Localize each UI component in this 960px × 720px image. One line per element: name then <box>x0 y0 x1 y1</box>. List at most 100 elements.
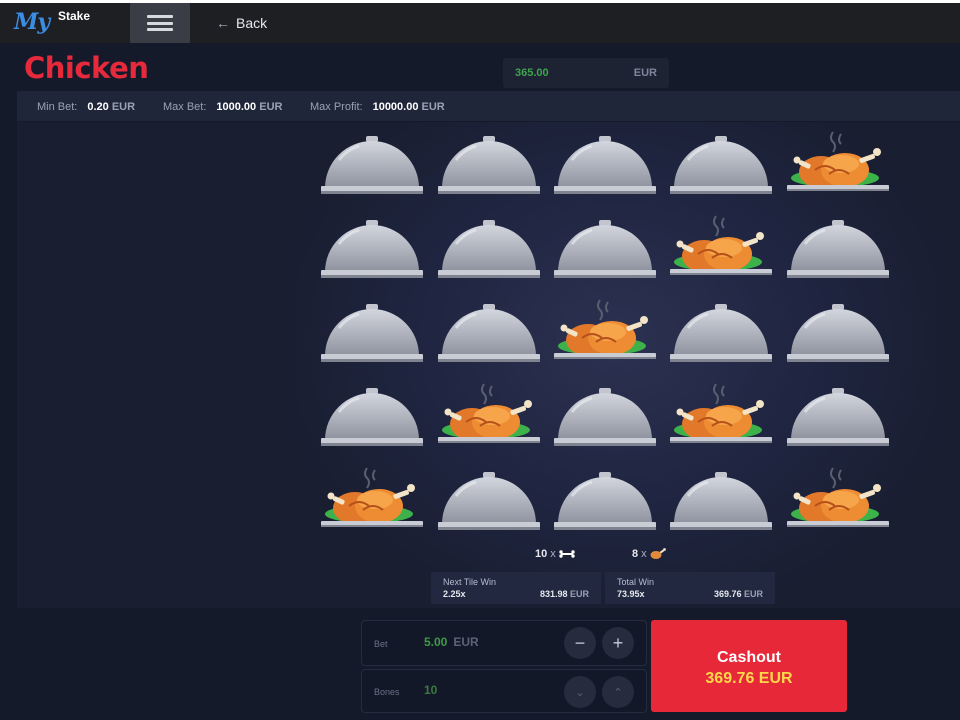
tile-r4-c1[interactable] <box>319 382 425 454</box>
tile-r5-c2[interactable] <box>436 466 542 538</box>
max-bet-label: Max Bet: <box>163 101 207 113</box>
cloche-icon <box>554 472 656 530</box>
mystake-logo[interactable]: My Stake <box>14 9 94 37</box>
roast-chicken-icon <box>670 383 772 443</box>
tile-r2-c1[interactable] <box>319 214 425 286</box>
cloche-icon <box>321 304 423 362</box>
chickens-count: 8x <box>632 548 666 560</box>
cashout-currency: EUR <box>758 670 793 687</box>
cloche-icon <box>438 220 540 278</box>
tile-r5-c1[interactable] <box>319 466 425 538</box>
bones-count-separator: x <box>550 548 556 560</box>
back-label: Back <box>236 15 268 31</box>
tile-r1-c1[interactable] <box>319 130 425 202</box>
tile-r3-c2[interactable] <box>436 298 542 370</box>
next-tile-win-box: Next Tile Win 2.25x 831.98 EUR <box>431 572 601 604</box>
max-profit-label: Max Profit: <box>310 101 363 113</box>
tile-r4-c5[interactable] <box>785 382 891 454</box>
chevron-down-icon: ⌄ <box>575 686 585 699</box>
cloche-icon <box>321 388 423 446</box>
total-win-amount: 369.76 <box>713 589 742 599</box>
total-win-currency: EUR <box>743 589 763 599</box>
roast-chicken-icon <box>787 467 889 527</box>
cloche-icon <box>438 304 540 362</box>
bones-select[interactable]: 10 <box>424 683 437 697</box>
cloche-icon <box>438 136 540 194</box>
tile-r2-c4[interactable] <box>668 214 774 286</box>
bet-amount-input[interactable]: 5.00 EUR <box>424 635 479 649</box>
max-bet-info: Max Bet: 1000.00 EUR <box>163 101 282 113</box>
tile-r5-c4[interactable] <box>668 466 774 538</box>
cashout-button[interactable]: Cashout 369.76 EUR <box>651 620 847 712</box>
cloche-icon <box>554 136 656 194</box>
tile-r3-c3[interactable] <box>552 298 658 370</box>
tile-r2-c2[interactable] <box>436 214 542 286</box>
cloche-icon <box>554 220 656 278</box>
next-tile-win-amount: 831.98 <box>539 589 568 599</box>
tile-r4-c4[interactable] <box>668 382 774 454</box>
decrease-bet-button[interactable]: − <box>564 627 596 659</box>
cloche-icon <box>554 388 656 446</box>
max-profit-info: Max Profit: 10000.00 EUR <box>310 101 445 113</box>
bet-currency: EUR <box>453 635 479 649</box>
tile-r1-c4[interactable] <box>668 130 774 202</box>
cloche-icon <box>670 136 772 194</box>
tile-r3-c1[interactable] <box>319 298 425 370</box>
hamburger-icon <box>147 15 173 31</box>
app-window: My Stake ← Back Chicken 365.00 EUR Min Be… <box>0 3 960 720</box>
min-bet-currency: EUR <box>111 101 136 113</box>
menu-button[interactable] <box>130 3 190 43</box>
tile-r1-c2[interactable] <box>436 130 542 202</box>
total-win-box: Total Win 73.95x 369.76 EUR <box>605 572 775 604</box>
min-bet-label: Min Bet: <box>37 101 78 113</box>
tile-r1-c5[interactable] <box>785 130 891 202</box>
logo-my-text: My <box>14 9 50 35</box>
cashout-label: Cashout <box>717 649 781 666</box>
bones-label: Bones <box>374 687 400 697</box>
top-bar: My Stake ← Back <box>0 3 960 43</box>
min-bet-value: 0.20 <box>87 101 109 113</box>
cloche-icon <box>787 220 889 278</box>
cloche-icon <box>670 304 772 362</box>
cloche-icon <box>787 304 889 362</box>
total-win-multiplier: 73.95x <box>617 589 645 599</box>
tile-r3-c4[interactable] <box>668 298 774 370</box>
tile-r1-c3[interactable] <box>552 130 658 202</box>
game-title: Chicken <box>24 51 149 85</box>
increase-bet-button[interactable]: + <box>602 627 634 659</box>
chickens-count-separator: x <box>641 548 647 560</box>
logo-stake-text: Stake <box>58 9 91 23</box>
tile-r2-c5[interactable] <box>785 214 891 286</box>
back-link[interactable]: ← Back <box>216 15 267 31</box>
roast-chicken-icon <box>321 467 423 527</box>
tile-r5-c5[interactable] <box>785 466 891 538</box>
decrease-bones-button[interactable]: ⌄ <box>564 676 596 708</box>
tile-r2-c3[interactable] <box>552 214 658 286</box>
roast-chicken-icon <box>787 131 889 191</box>
max-profit-currency: EUR <box>421 101 445 113</box>
tile-r5-c3[interactable] <box>552 466 658 538</box>
bones-value: 10 <box>424 683 438 697</box>
next-tile-win-currency: EUR <box>569 589 589 599</box>
bet-value: 5.00 <box>424 635 448 649</box>
tile-r4-c2[interactable] <box>436 382 542 454</box>
bones-count-value: 10 <box>535 548 548 560</box>
bone-icon <box>559 550 575 558</box>
minus-icon: − <box>574 632 586 653</box>
increase-bones-button[interactable]: ⌃ <box>602 676 634 708</box>
roast-chicken-icon <box>554 299 656 359</box>
chevron-up-icon: ⌃ <box>613 686 623 699</box>
total-win-amount-group: 369.76 EUR <box>714 589 763 599</box>
game-board <box>17 122 960 608</box>
balance-currency: EUR <box>633 67 657 79</box>
bet-panel: Bet 5.00 EUR − + <box>361 620 647 666</box>
cloche-icon <box>321 220 423 278</box>
plus-icon: + <box>612 632 624 653</box>
max-profit-value: 10000.00 <box>372 101 419 113</box>
tile-r3-c5[interactable] <box>785 298 891 370</box>
cloche-icon <box>787 388 889 446</box>
next-tile-win-title: Next Tile Win <box>443 577 497 587</box>
tile-r4-c3[interactable] <box>552 382 658 454</box>
bet-limits-bar: Min Bet: 0.20 EUR Max Bet: 1000.00 EUR Max… <box>17 91 960 121</box>
roast-chicken-icon <box>438 383 540 443</box>
